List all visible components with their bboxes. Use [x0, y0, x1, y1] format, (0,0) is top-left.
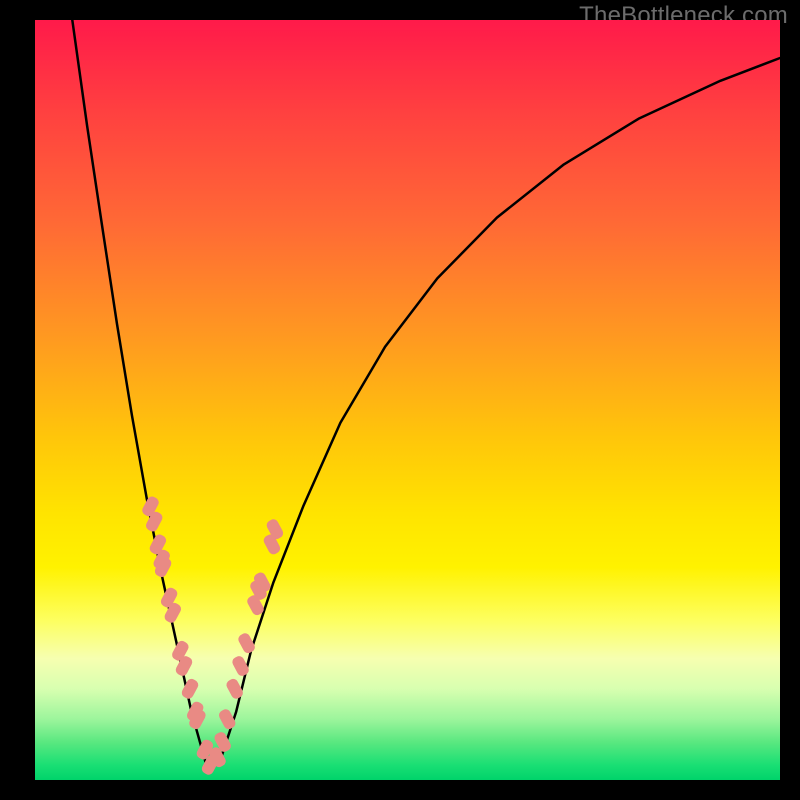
chart-svg	[35, 20, 780, 780]
data-points-left	[141, 495, 221, 777]
plot-area	[35, 20, 780, 780]
data-points-right	[208, 518, 285, 769]
app-frame: TheBottleneck.com	[0, 0, 800, 800]
